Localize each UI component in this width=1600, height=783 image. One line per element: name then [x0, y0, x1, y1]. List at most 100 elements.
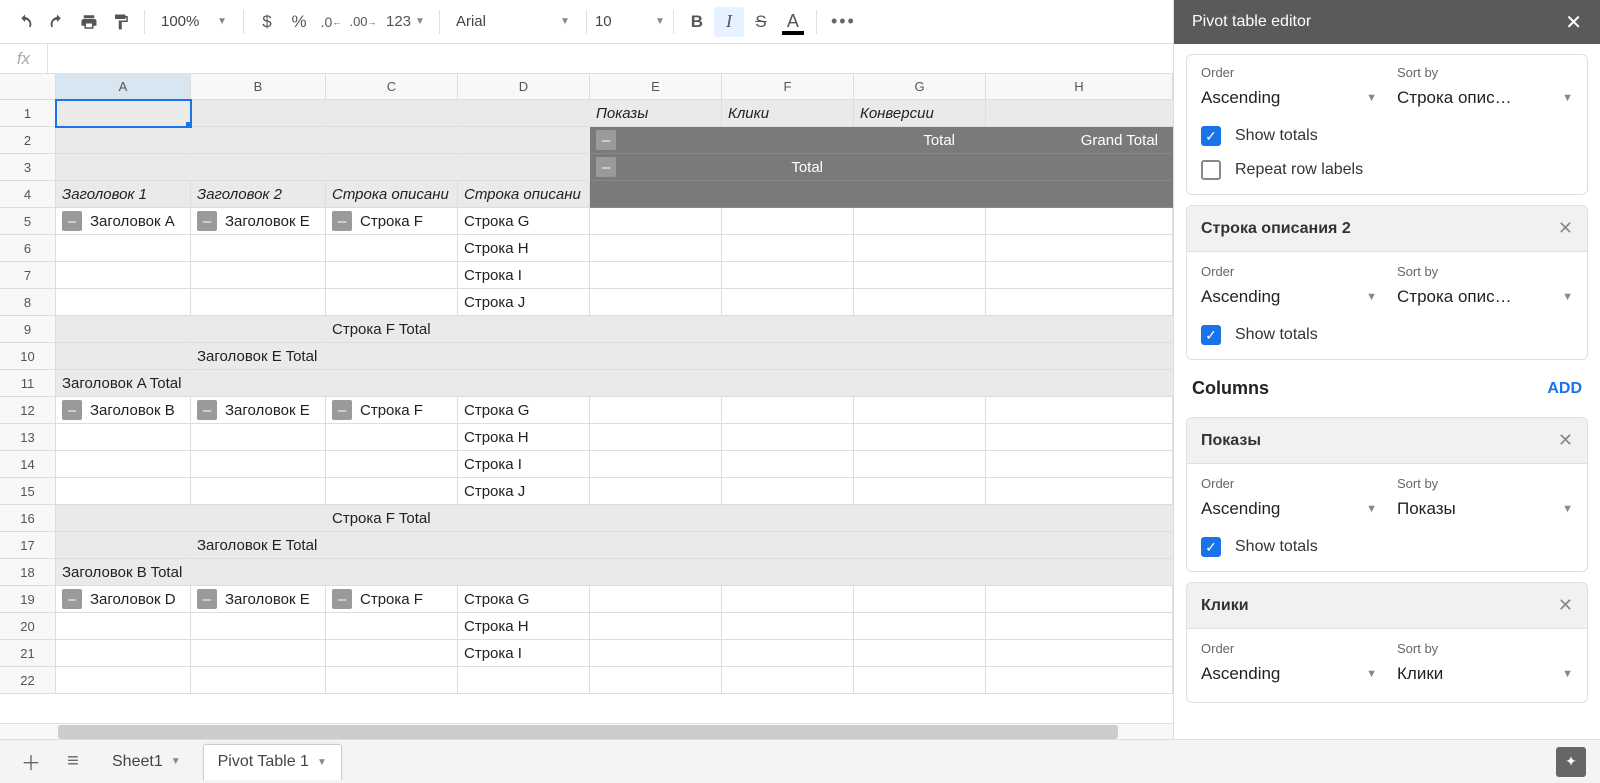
cell[interactable]: [326, 640, 458, 667]
show-totals-checkbox[interactable]: ✓: [1201, 126, 1221, 146]
remove-field-button[interactable]: ✕: [1558, 218, 1573, 239]
cell[interactable]: [56, 127, 191, 154]
cell[interactable]: [854, 586, 986, 613]
add-column-button[interactable]: ADD: [1547, 380, 1582, 398]
cell[interactable]: [590, 289, 722, 316]
collapse-icon[interactable]: –: [332, 589, 352, 609]
cell[interactable]: Строка G: [458, 397, 590, 424]
cell[interactable]: Показы: [590, 100, 722, 127]
column-header[interactable]: E: [590, 74, 722, 99]
cell[interactable]: Заголовок E Total: [191, 532, 1173, 559]
cell[interactable]: [56, 424, 191, 451]
cell[interactable]: [986, 154, 1173, 181]
row-number[interactable]: 2: [0, 127, 56, 154]
cell[interactable]: [854, 397, 986, 424]
decrease-decimal-button[interactable]: .0←: [316, 7, 346, 37]
cell[interactable]: [191, 316, 326, 343]
cell[interactable]: [56, 262, 191, 289]
cell[interactable]: [56, 667, 191, 694]
cell[interactable]: [191, 262, 326, 289]
spreadsheet-grid[interactable]: ABCDEFGH1ПоказыКликиКонверсии2–TotalGran…: [0, 74, 1173, 694]
cell[interactable]: [56, 289, 191, 316]
font-size-dropdown[interactable]: 10▼: [595, 7, 665, 37]
cell[interactable]: [191, 127, 326, 154]
cell[interactable]: [56, 154, 191, 181]
cell[interactable]: [722, 640, 854, 667]
cell[interactable]: [56, 343, 191, 370]
collapse-icon[interactable]: –: [332, 211, 352, 231]
cell[interactable]: [56, 100, 191, 127]
cell[interactable]: [986, 181, 1173, 208]
cell[interactable]: [854, 208, 986, 235]
collapse-icon[interactable]: –: [332, 400, 352, 420]
cell[interactable]: [590, 397, 722, 424]
sortby-dropdown[interactable]: Клики▼: [1397, 660, 1573, 688]
cell[interactable]: [326, 154, 458, 181]
cell[interactable]: Заголовок 1: [56, 181, 191, 208]
cell[interactable]: [986, 586, 1173, 613]
row-number[interactable]: 14: [0, 451, 56, 478]
bold-button[interactable]: B: [682, 7, 712, 37]
cell[interactable]: [326, 478, 458, 505]
cell[interactable]: [986, 613, 1173, 640]
cell[interactable]: [326, 424, 458, 451]
horizontal-scroll-thumb[interactable]: [58, 725, 1118, 739]
cell[interactable]: [722, 208, 854, 235]
cell[interactable]: –Заголовок E: [191, 397, 326, 424]
row-number[interactable]: 16: [0, 505, 56, 532]
row-number[interactable]: 15: [0, 478, 56, 505]
collapse-icon[interactable]: –: [62, 589, 82, 609]
increase-decimal-button[interactable]: .00→: [348, 7, 378, 37]
row-number[interactable]: 7: [0, 262, 56, 289]
cell[interactable]: Строка H: [458, 235, 590, 262]
row-number[interactable]: 8: [0, 289, 56, 316]
cell[interactable]: Заголовок 2: [191, 181, 326, 208]
cell[interactable]: –Заголовок B: [56, 397, 191, 424]
cell[interactable]: –Заголовок E: [191, 208, 326, 235]
cell[interactable]: [854, 451, 986, 478]
all-sheets-button[interactable]: ≡: [56, 745, 90, 779]
cell[interactable]: [191, 154, 326, 181]
column-header[interactable]: A: [56, 74, 191, 99]
cell[interactable]: –Строка F: [326, 208, 458, 235]
cell[interactable]: [854, 181, 986, 208]
show-totals-checkbox[interactable]: ✓: [1201, 325, 1221, 345]
cell[interactable]: Заголовок A Total: [56, 370, 1173, 397]
cell[interactable]: Строка J: [458, 289, 590, 316]
cell[interactable]: [722, 613, 854, 640]
column-header[interactable]: G: [854, 74, 986, 99]
cell[interactable]: [590, 586, 722, 613]
cell[interactable]: [986, 208, 1173, 235]
print-button[interactable]: [74, 7, 104, 37]
cell[interactable]: Заголовок B Total: [56, 559, 1173, 586]
column-header[interactable]: D: [458, 74, 590, 99]
cell[interactable]: –: [590, 154, 722, 181]
text-color-button[interactable]: A: [778, 7, 808, 37]
cell[interactable]: Заголовок E Total: [191, 343, 1173, 370]
row-number[interactable]: 6: [0, 235, 56, 262]
repeat-row-labels-checkbox[interactable]: [1201, 160, 1221, 180]
cell[interactable]: [326, 235, 458, 262]
close-pivot-editor-button[interactable]: ✕: [1565, 10, 1582, 35]
cell[interactable]: [191, 235, 326, 262]
cell[interactable]: [191, 667, 326, 694]
cell[interactable]: [590, 613, 722, 640]
row-number[interactable]: 11: [0, 370, 56, 397]
cell[interactable]: [986, 262, 1173, 289]
cell[interactable]: [590, 181, 722, 208]
paint-format-button[interactable]: [106, 7, 136, 37]
cell[interactable]: Клики: [722, 100, 854, 127]
cell[interactable]: Строка H: [458, 424, 590, 451]
cell[interactable]: [722, 262, 854, 289]
sortby-dropdown[interactable]: Строка опис…▼: [1397, 283, 1573, 311]
cell[interactable]: [854, 235, 986, 262]
cell[interactable]: Строка описани: [458, 181, 590, 208]
cell[interactable]: [590, 640, 722, 667]
collapse-icon[interactable]: –: [197, 400, 217, 420]
cell[interactable]: [56, 235, 191, 262]
explore-button[interactable]: ✦: [1556, 747, 1586, 777]
cell[interactable]: [191, 613, 326, 640]
cell[interactable]: [986, 397, 1173, 424]
cell[interactable]: [722, 478, 854, 505]
collapse-icon[interactable]: –: [596, 157, 616, 177]
